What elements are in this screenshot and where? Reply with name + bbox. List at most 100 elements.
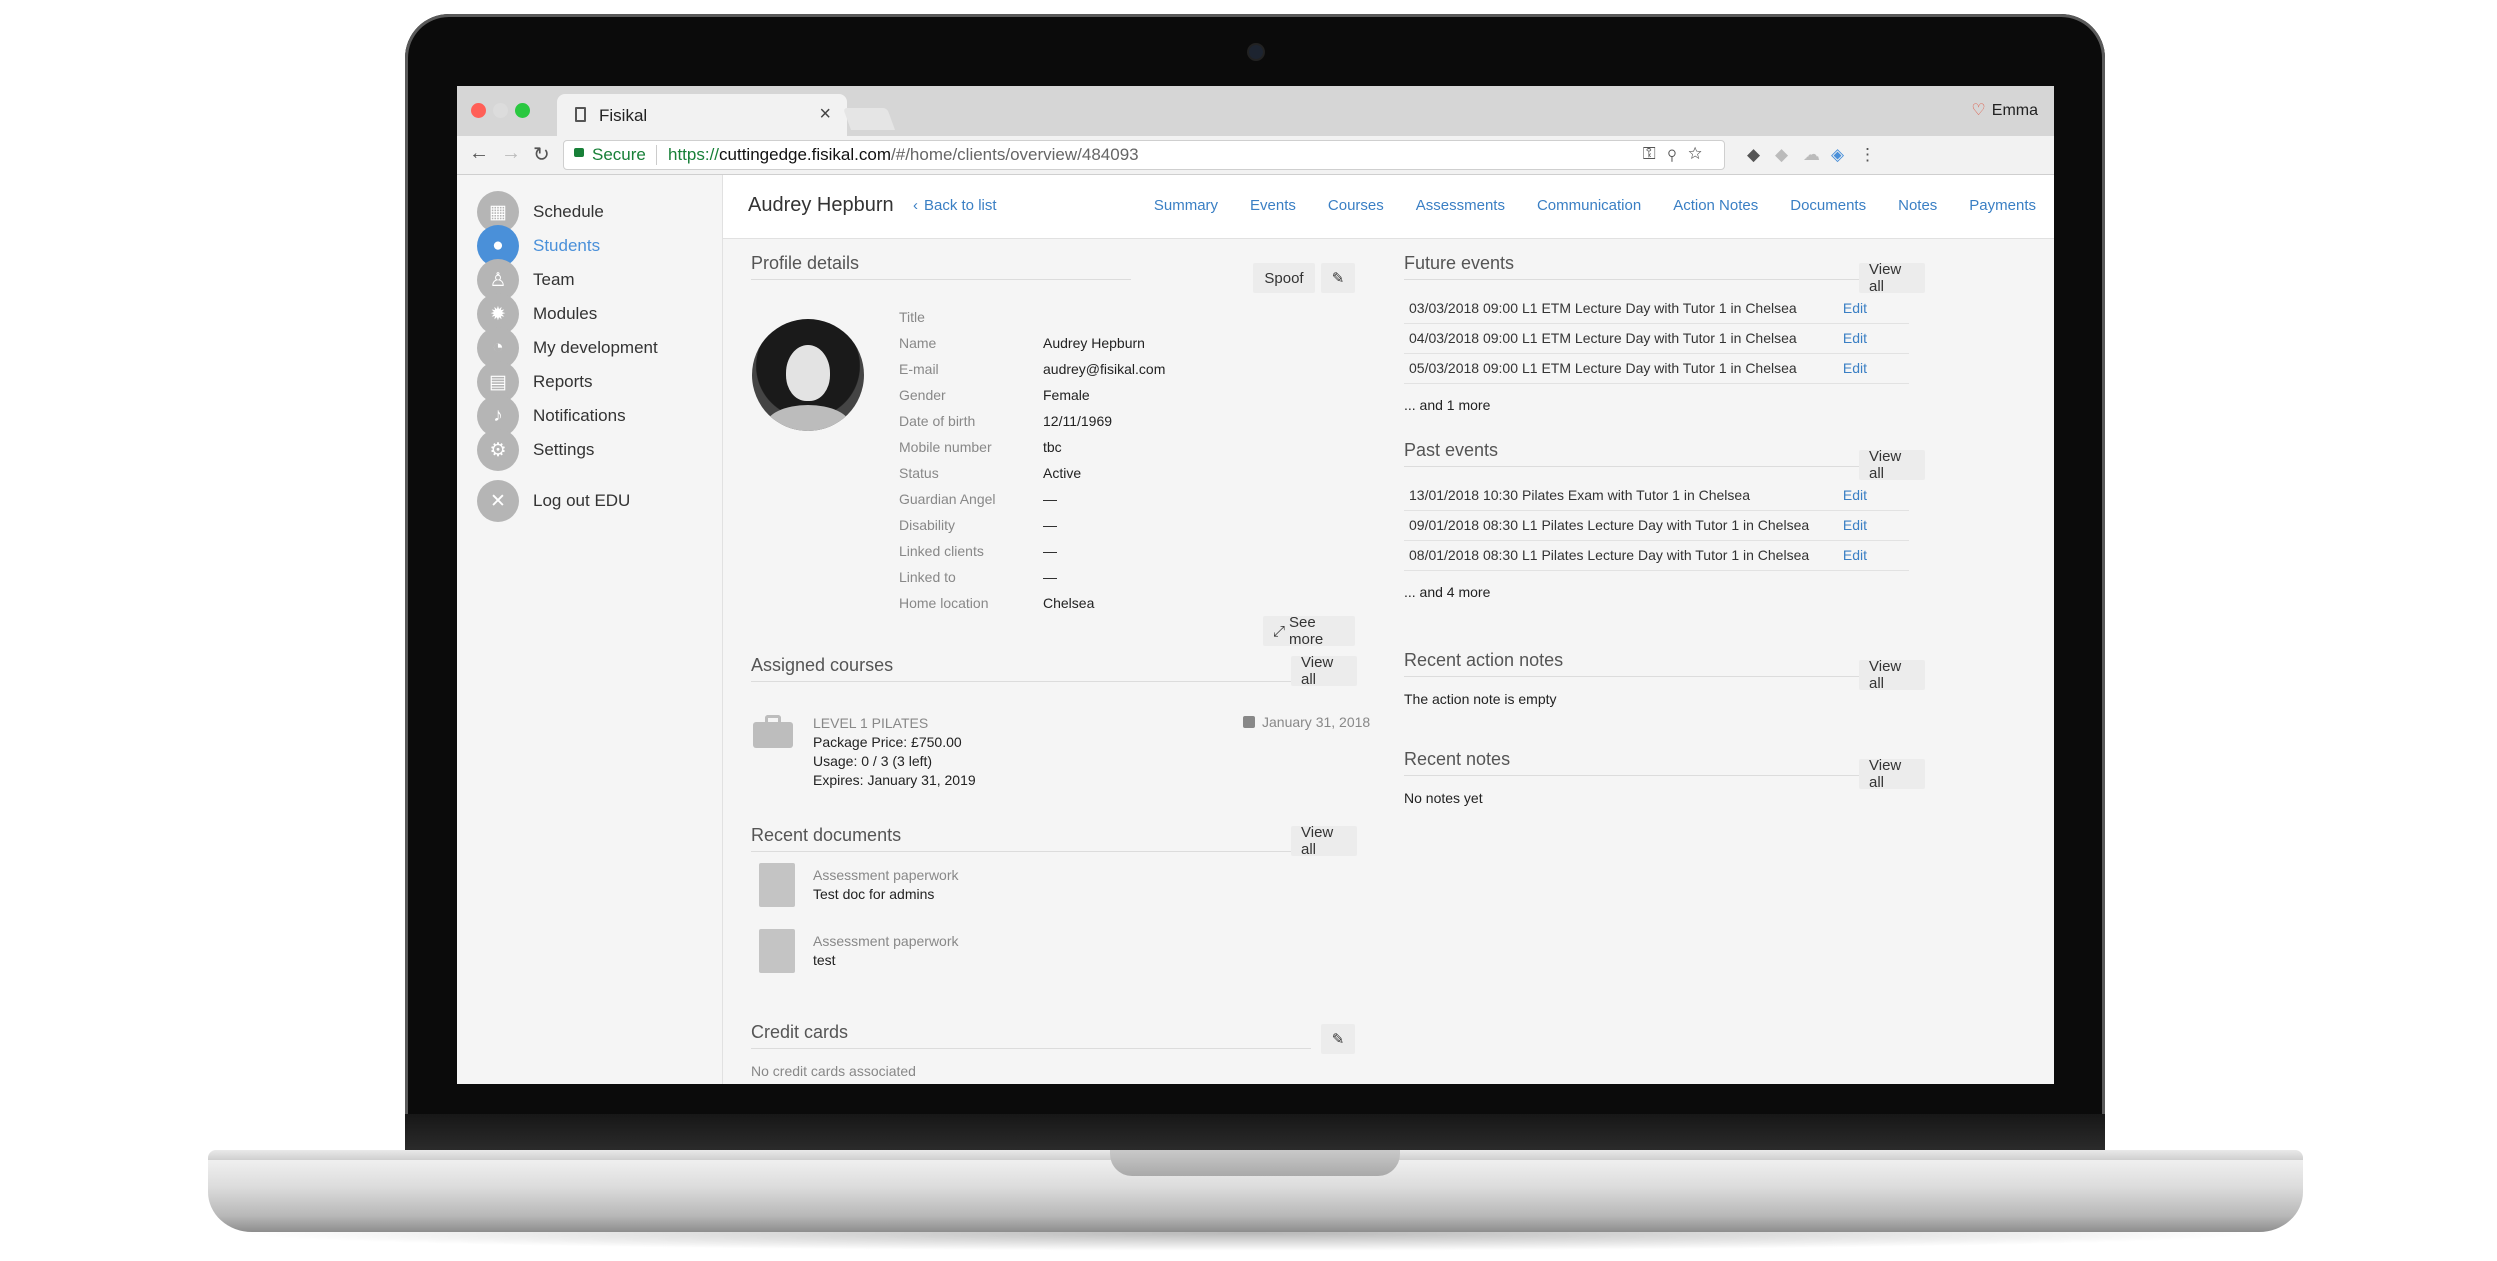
back-icon[interactable]: ← [469,142,489,165]
edit-event-link[interactable]: Edit [1843,547,1867,563]
client-tabs: Summary Events Courses Assessments Commu… [1122,197,2036,214]
profile-details-title: Profile details [751,253,860,273]
past-events-more-link[interactable]: ... and 4 more [1404,584,1490,600]
tab-events[interactable]: Events [1250,197,1296,214]
minimize-window-button[interactable] [493,103,508,118]
table-row: 05/03/2018 09:00 L1 ETM Lecture Day with … [1404,353,1909,384]
main-content: Audrey Hepburn ‹ Back to list Summary Eve… [723,175,2054,1084]
lock-icon [574,148,584,157]
maximize-window-button[interactable] [515,103,530,118]
action-notes-empty: The action note is empty [1404,691,1557,707]
field-label-status: Status [899,465,939,481]
document-name[interactable]: test [813,952,836,968]
settings-icon: ⚙ [477,429,519,471]
calendar-icon [1243,716,1255,728]
document-icon [755,929,795,977]
tab-action-notes[interactable]: Action Notes [1673,197,1758,214]
recent-notes-title: Recent notes [1404,749,1511,769]
course-usage: Usage: 0 / 3 (3 left) [813,753,933,769]
address-bar[interactable]: Secure https://cuttingedge.fisikal.com/#… [563,140,1725,170]
document-type: Assessment paperwork [813,933,959,949]
document-name[interactable]: Test doc for admins [813,886,934,902]
pencil-icon: ✎ [1331,1031,1345,1048]
screen: Fisikal × ♡ Emma ← → ↻ Secure https://cut… [457,86,2054,1084]
chevron-left-icon: ‹ [913,197,918,214]
edit-event-link[interactable]: Edit [1843,330,1867,346]
field-label-mobile: Mobile number [899,439,992,455]
extension-feather-icon[interactable]: ◆ [1775,145,1788,165]
future-events-more-link[interactable]: ... and 1 more [1404,397,1490,413]
app: ▦ Schedule ● Students ♙ Team ✹ Modules ◔ My d… [457,175,2054,1084]
field-label-gender: Gender [899,387,946,403]
url-text[interactable]: https://cuttingedge.fisikal.com/#/home/c… [668,145,1139,165]
credit-cards-title: Credit cards [751,1022,849,1042]
tab-title: Fisikal [599,106,648,125]
assigned-courses-title: Assigned courses [751,655,894,675]
field-label-email: E-mail [899,361,939,377]
star-icon[interactable]: ☆ [1688,144,1714,163]
extension-cloud-icon[interactable]: ☁ [1803,145,1820,165]
tab-payments[interactable]: Payments [1969,197,2036,214]
key-icon[interactable]: ⚿ [1643,144,1668,163]
spoof-button[interactable]: Spoof [1253,263,1315,293]
forward-icon[interactable]: → [501,142,521,165]
close-tab-icon[interactable]: × [819,103,831,126]
close-window-button[interactable] [471,103,486,118]
edit-credit-cards-button[interactable]: ✎ [1321,1024,1355,1054]
field-value-name: Audrey Hepburn [1043,335,1145,351]
course-price: Package Price: £750.00 [813,734,962,750]
menu-icon[interactable]: ⋮ [1859,145,1876,165]
notes-view-all-button[interactable]: View all [1859,757,1925,791]
logout-button[interactable]: ✕ Log out EDU [477,479,630,523]
tab-notes[interactable]: Notes [1898,197,1937,214]
field-label-dob: Date of birth [899,413,976,429]
browser-tab[interactable]: Fisikal × [557,94,847,136]
tab-documents[interactable]: Documents [1790,197,1866,214]
field-value-guardian: — [1043,491,1057,507]
extension-owl-icon[interactable]: ◆ [1747,145,1760,165]
field-label-name: Name [899,335,937,351]
table-row: 03/03/2018 09:00 L1 ETM Lecture Day with … [1404,293,1909,324]
past-events-title: Past events [1404,440,1499,460]
laptop-notch [1110,1150,1400,1176]
field-label-disability: Disability [899,517,956,533]
field-value-linked-clients: — [1043,543,1057,559]
edit-profile-button[interactable]: ✎ [1321,263,1355,293]
sidebar-item-settings[interactable]: ⚙ Settings [477,428,594,472]
edit-event-link[interactable]: Edit [1843,300,1867,316]
edit-event-link[interactable]: Edit [1843,517,1867,533]
profile-button[interactable]: ♡ Emma [1971,100,2038,120]
back-to-list-link[interactable]: ‹ Back to list [913,197,997,214]
tab-communication[interactable]: Communication [1537,197,1641,214]
documents-view-all-button[interactable]: View all [1291,824,1357,858]
toolbar: ← → ↻ Secure https://cuttingedge.fisikal… [457,136,2054,175]
future-events-view-all-button[interactable]: View all [1859,261,1925,295]
field-value-home-location: Chelsea [1043,595,1095,611]
briefcase-icon [753,715,793,748]
action-notes-view-all-button[interactable]: View all [1859,658,1925,692]
document-type: Assessment paperwork [813,867,959,883]
field-value-dob: 12/11/1969 [1043,413,1113,429]
table-row: 08/01/2018 08:30 L1 Pilates Lecture Day w… [1404,540,1909,571]
extension-shield-icon[interactable]: ◈ [1831,145,1844,165]
past-events-view-all-button[interactable]: View all [1859,448,1925,482]
courses-view-all-button[interactable]: View all [1291,654,1357,688]
see-more-button[interactable]: ⤢ See more [1263,614,1355,648]
field-label-linked-clients: Linked clients [899,543,984,559]
tab-assessments[interactable]: Assessments [1416,197,1505,214]
page-title: Audrey Hepburn [748,194,894,216]
edit-event-link[interactable]: Edit [1843,360,1867,376]
document-icon [755,863,795,911]
profile-icon: ♡ [1971,102,1986,119]
zoom-icon[interactable]: ⚲ [1668,144,1688,163]
notes-empty: No notes yet [1404,790,1483,806]
tab-summary[interactable]: Summary [1154,197,1218,214]
reload-icon[interactable]: ↻ [533,142,550,167]
recent-action-notes-title: Recent action notes [1404,650,1564,670]
edit-event-link[interactable]: Edit [1843,487,1867,503]
page-icon [575,107,586,122]
tab-courses[interactable]: Courses [1328,197,1384,214]
sidebar: ▦ Schedule ● Students ♙ Team ✹ Modules ◔ My d… [457,175,723,1084]
course-name: LEVEL 1 PILATES [813,715,929,731]
new-tab-button[interactable] [842,108,896,130]
